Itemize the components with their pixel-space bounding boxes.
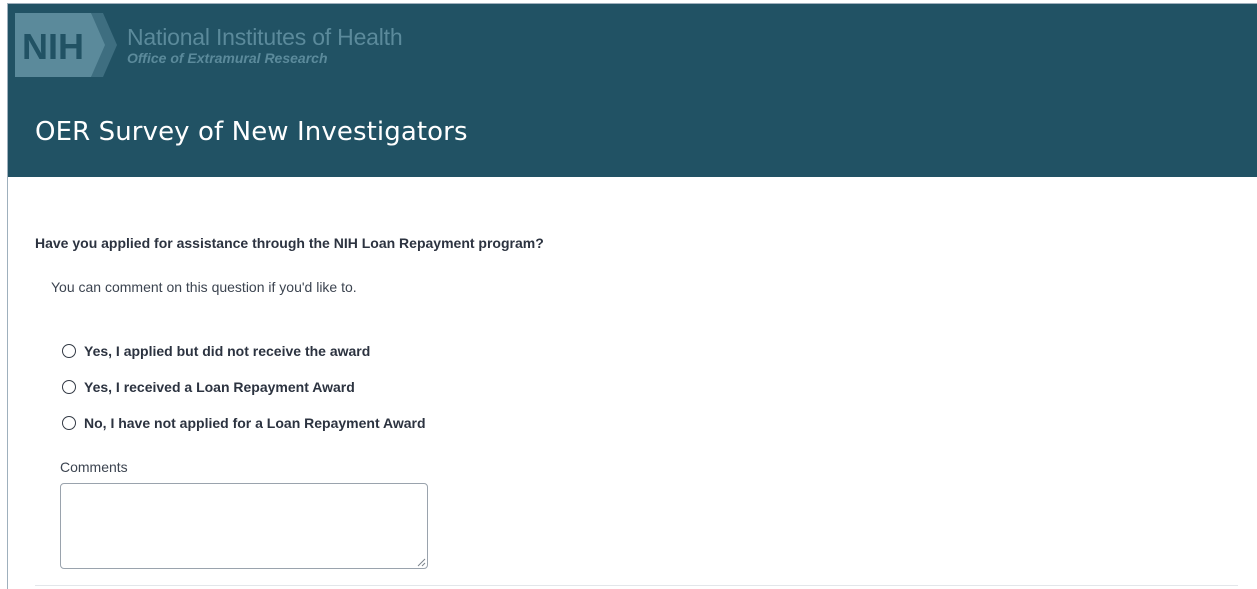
question-text: Have you applied for assistance through … bbox=[35, 235, 544, 251]
answer-option-not-applied[interactable]: No, I have not applied for a Loan Repaym… bbox=[62, 405, 426, 441]
nih-logo-badge: NIH bbox=[15, 13, 117, 77]
resize-grip-icon[interactable] bbox=[417, 558, 426, 567]
radio-button[interactable] bbox=[62, 380, 76, 394]
survey-title: OER Survey of New Investigators bbox=[35, 117, 468, 147]
org-name: National Institutes of Health bbox=[127, 24, 403, 50]
answer-option-label[interactable]: Yes, I received a Loan Repayment Award bbox=[84, 377, 355, 397]
section-divider bbox=[35, 585, 1238, 586]
question-help-text: You can comment on this question if you'… bbox=[51, 279, 357, 295]
nih-logo-text: National Institutes of Health Office of … bbox=[127, 24, 403, 66]
answer-option-applied-not-received[interactable]: Yes, I applied but did not receive the a… bbox=[62, 333, 426, 369]
answer-options: Yes, I applied but did not receive the a… bbox=[62, 333, 426, 441]
comments-label: Comments bbox=[60, 459, 128, 475]
answer-option-received-award[interactable]: Yes, I received a Loan Repayment Award bbox=[62, 369, 426, 405]
answer-option-label[interactable]: No, I have not applied for a Loan Repaym… bbox=[84, 413, 426, 433]
radio-button[interactable] bbox=[62, 416, 76, 430]
comments-textarea[interactable] bbox=[60, 483, 428, 569]
answer-option-label[interactable]: Yes, I applied but did not receive the a… bbox=[84, 341, 370, 361]
nih-logo-badge-text: NIH bbox=[22, 26, 84, 67]
office-name: Office of Extramural Research bbox=[127, 50, 328, 66]
radio-button[interactable] bbox=[62, 344, 76, 358]
survey-page: NIH National Institutes of Health Office… bbox=[7, 3, 1257, 589]
nih-logo[interactable]: NIH National Institutes of Health Office… bbox=[15, 13, 403, 77]
survey-header: NIH National Institutes of Health Office… bbox=[8, 4, 1257, 177]
